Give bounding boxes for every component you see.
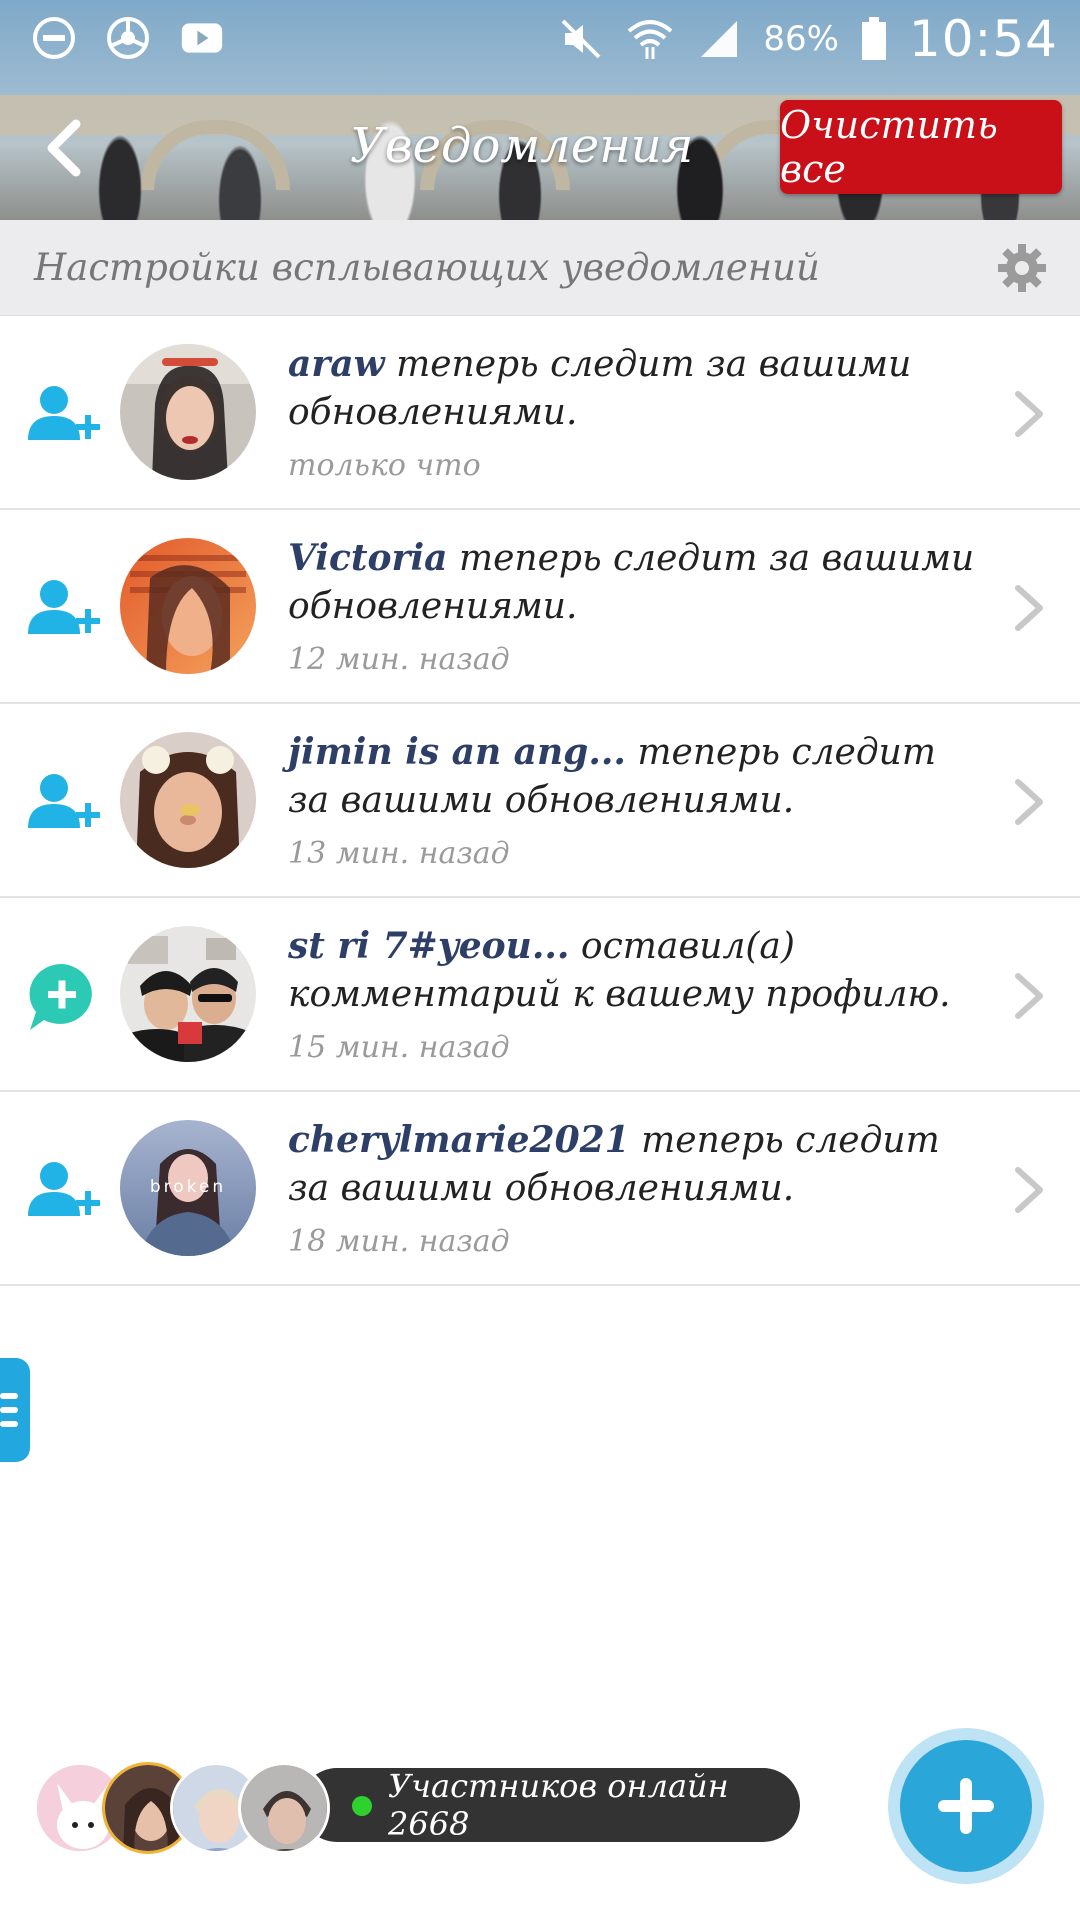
notification-list: araw теперь следит за вашими обновлениям…	[0, 316, 1080, 1286]
avatar	[238, 1762, 330, 1854]
chevron-left-icon	[47, 119, 81, 177]
online-avatars[interactable]	[34, 1758, 334, 1854]
add-user-icon	[28, 386, 100, 440]
notification-time: только что	[288, 448, 481, 483]
notification-username[interactable]: cherylmarie2021	[288, 1119, 630, 1161]
chevron-right-icon	[1015, 1167, 1043, 1213]
chrome-icon	[106, 16, 150, 60]
notification-item[interactable]: Victoria теперь следит за вашими обновле…	[0, 510, 1080, 704]
add-user-icon	[28, 1162, 100, 1216]
status-bar: 86% 10:54	[0, 0, 1080, 80]
notification-time: 12 мин. назад	[288, 642, 510, 677]
notification-item[interactable]: araw теперь следит за вашими обновлениям…	[0, 316, 1080, 510]
avatar[interactable]	[120, 732, 256, 868]
avatar[interactable]	[120, 538, 256, 674]
chevron-right-icon	[1015, 585, 1043, 631]
online-status-dot	[352, 1796, 372, 1816]
wifi-icon	[628, 20, 673, 59]
mute-icon	[561, 19, 601, 59]
notification-time: 15 мин. назад	[288, 1030, 510, 1065]
create-post-button[interactable]	[888, 1728, 1044, 1884]
clock: 10:54	[908, 10, 1058, 68]
plus-icon	[938, 1778, 994, 1834]
avatar[interactable]	[120, 344, 256, 480]
add-user-icon	[28, 580, 100, 634]
notification-username[interactable]: jimin is an ang...	[288, 731, 626, 773]
notification-username[interactable]: Victoria	[288, 537, 448, 579]
online-members-bar[interactable]: Участников онлайн 2668	[300, 1767, 800, 1843]
notification-item[interactable]: st ri 7#yeou... оставил(а) комментарий к…	[0, 898, 1080, 1092]
notification-time: 13 мин. назад	[288, 836, 510, 871]
popup-notification-settings[interactable]: Настройки всплывающих уведомлений	[0, 220, 1080, 316]
clear-all-button[interactable]: Очистить все	[780, 100, 1062, 194]
battery-percent: 86%	[763, 19, 839, 59]
do-not-disturb-icon	[32, 16, 76, 60]
back-button[interactable]	[40, 118, 90, 178]
popup-settings-label: Настройки всплывающих уведомлений	[34, 246, 820, 289]
side-menu-tab[interactable]	[0, 1358, 30, 1462]
page-title: Уведомления	[350, 118, 694, 174]
chevron-right-icon	[1015, 779, 1043, 825]
header-banner: 86% 10:54 Уведомления Очистить все	[0, 0, 1080, 220]
notification-username[interactable]: st ri 7#yeou...	[288, 925, 569, 967]
notification-item[interactable]: broken cherylmarie2021 теперь следит за …	[0, 1092, 1080, 1286]
youtube-icon	[180, 16, 224, 60]
menu-icon	[0, 1393, 18, 1399]
notification-item[interactable]: jimin is an ang... теперь следит за ваши…	[0, 704, 1080, 898]
notification-time: 18 мин. назад	[288, 1224, 510, 1259]
avatar-overlay-text: broken	[150, 1177, 226, 1197]
gear-icon[interactable]	[996, 242, 1048, 294]
notification-username[interactable]: araw	[288, 343, 385, 385]
chevron-right-icon	[1015, 391, 1043, 437]
avatar[interactable]	[120, 926, 256, 1062]
comment-add-icon	[29, 963, 92, 1030]
avatar[interactable]: broken	[120, 1120, 256, 1256]
online-members-label: Участников онлайн 2668	[388, 1767, 729, 1843]
signal-icon	[701, 21, 738, 57]
battery-icon	[861, 17, 886, 60]
chevron-right-icon	[1015, 973, 1043, 1019]
add-user-icon	[28, 774, 100, 828]
